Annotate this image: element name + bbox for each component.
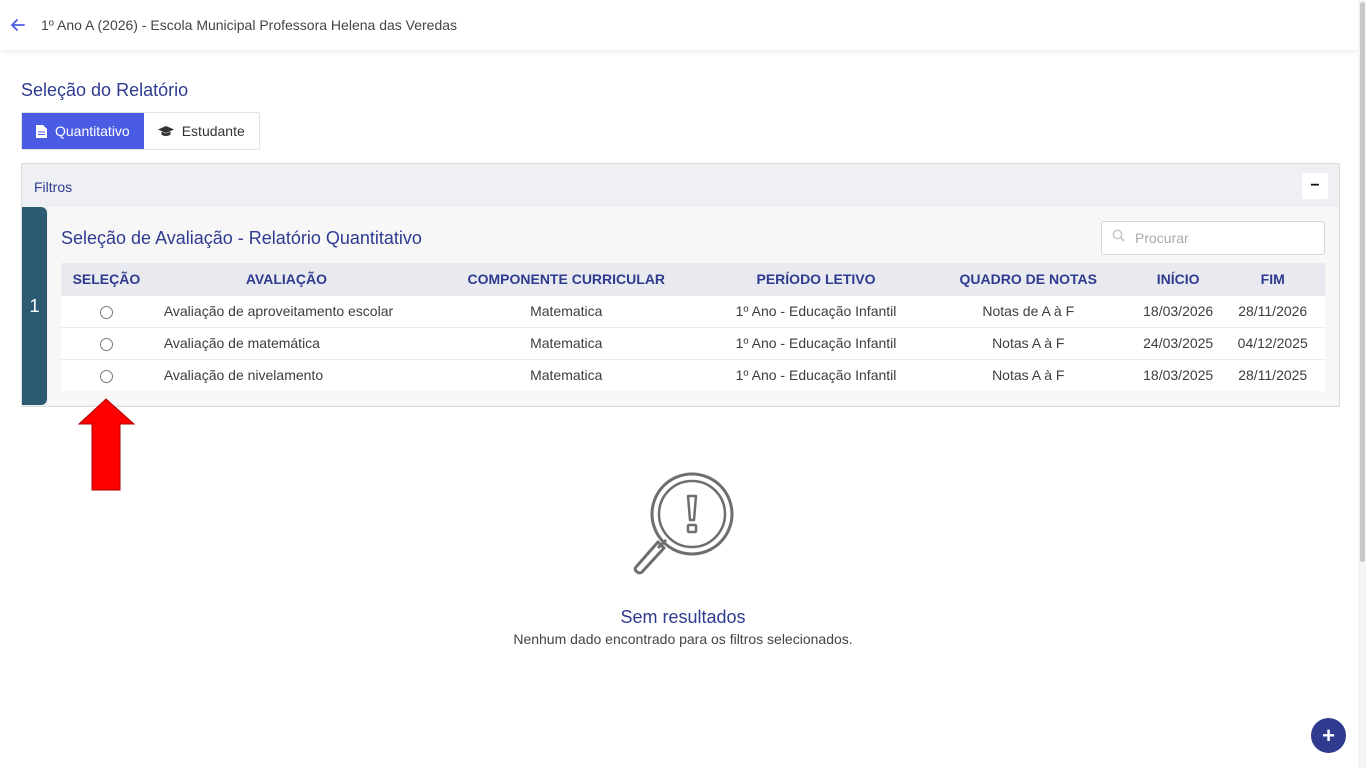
col-inicio: INÍCIO: [1156, 270, 1200, 287]
period-cell: 1º Ano - Educação Infantil: [735, 367, 897, 384]
end-date-cell: 04/12/2025: [1237, 335, 1308, 351]
grades-cell: Notas A à F: [992, 335, 1065, 351]
evaluations-table: SELEÇÃO AVALIAÇÃO COMPONENTE CURRICULAR …: [61, 263, 1325, 391]
end-date-cell: 28/11/2025: [1238, 367, 1308, 384]
back-arrow-icon[interactable]: [10, 17, 26, 33]
row-select-cell: [61, 327, 152, 359]
empty-state: Sem resultados Nenhum dado encontrado pa…: [0, 470, 1366, 647]
row-select-cell: [61, 359, 152, 391]
start-date-cell: 18/03/2026: [1143, 303, 1214, 319]
graduation-cap-icon: [157, 125, 174, 137]
search-icon: [1112, 229, 1125, 247]
report-type-tabs: Quantitativo Estudante: [21, 112, 260, 150]
evaluation-name: Avaliação de nivelamento: [163, 367, 324, 384]
magnifier-warning-icon: [628, 470, 738, 585]
col-selecao: SELEÇÃO: [72, 270, 141, 287]
evaluation-selection-title: Seleção de Avaliação - Relatório Quantit…: [61, 228, 422, 248]
evaluation-name: Avaliação de aproveitamento escolar: [163, 303, 394, 319]
evaluation-selection-panel: Seleção de Avaliação - Relatório Quantit…: [48, 207, 1339, 405]
add-button[interactable]: +: [1311, 718, 1346, 753]
filters-title: Filtros: [34, 179, 73, 195]
step-indicator: 1: [22, 207, 47, 405]
page-title: 1º Ano A (2026) - Escola Municipal Profe…: [41, 17, 458, 33]
table-header-row: SELEÇÃO AVALIAÇÃO COMPONENTE CURRICULAR …: [61, 263, 1325, 295]
tab-quantitativo-label: Quantitativo: [55, 123, 130, 139]
end-date-cell: 28/11/2026: [1238, 303, 1308, 319]
table-row: Avaliação de matemática Matematica 1º An…: [61, 327, 1325, 359]
table-row: Avaliação de nivelamento Matematica 1º A…: [61, 359, 1325, 391]
grades-cell: Notas A à F: [992, 367, 1065, 384]
component-cell: Matematica: [530, 367, 603, 384]
tab-estudante[interactable]: Estudante: [143, 113, 259, 149]
tab-quantitativo[interactable]: Quantitativo: [22, 113, 144, 149]
scrollbar[interactable]: [1358, 0, 1366, 768]
tab-estudante-label: Estudante: [181, 123, 245, 139]
period-cell: 1º Ano - Educação Infantil: [735, 303, 897, 319]
filters-panel: Filtros − 1 Seleção de Avaliação - Relat…: [21, 163, 1340, 407]
component-cell: Matematica: [530, 303, 603, 319]
row-radio[interactable]: [99, 337, 113, 351]
empty-state-description: Nenhum dado encontrado para os filtros s…: [513, 631, 853, 647]
top-bar: 1º Ano A (2026) - Escola Municipal Profe…: [0, 0, 1358, 50]
component-cell: Matematica: [530, 335, 603, 351]
search-box[interactable]: [1101, 221, 1325, 255]
evaluation-name: Avaliação de matemática: [163, 335, 320, 351]
period-cell: 1º Ano - Educação Infantil: [735, 335, 897, 351]
empty-state-title: Sem resultados: [620, 607, 746, 627]
row-select-cell: [61, 295, 152, 327]
row-radio[interactable]: [99, 305, 113, 319]
report-selection-title: Seleção do Relatório: [21, 80, 189, 100]
search-input[interactable]: [1135, 230, 1305, 246]
col-fim: FIM: [1260, 270, 1285, 287]
grades-cell: Notas de A à F: [982, 303, 1075, 319]
row-radio[interactable]: [99, 370, 113, 384]
start-date-cell: 24/03/2025: [1143, 335, 1214, 351]
table-row: Avaliação de aproveitamento escolar Mate…: [61, 295, 1325, 327]
col-avaliacao: AVALIAÇÃO: [245, 270, 328, 287]
start-date-cell: 18/03/2025: [1143, 367, 1214, 384]
document-icon: [36, 124, 47, 138]
col-quadro-de-notas: QUADRO DE NOTAS: [959, 270, 1097, 287]
col-periodo-letivo: PERÍODO LETIVO: [756, 270, 876, 287]
collapse-button[interactable]: −: [1302, 173, 1328, 199]
col-componente-curricular: COMPONENTE CURRICULAR: [467, 270, 666, 287]
